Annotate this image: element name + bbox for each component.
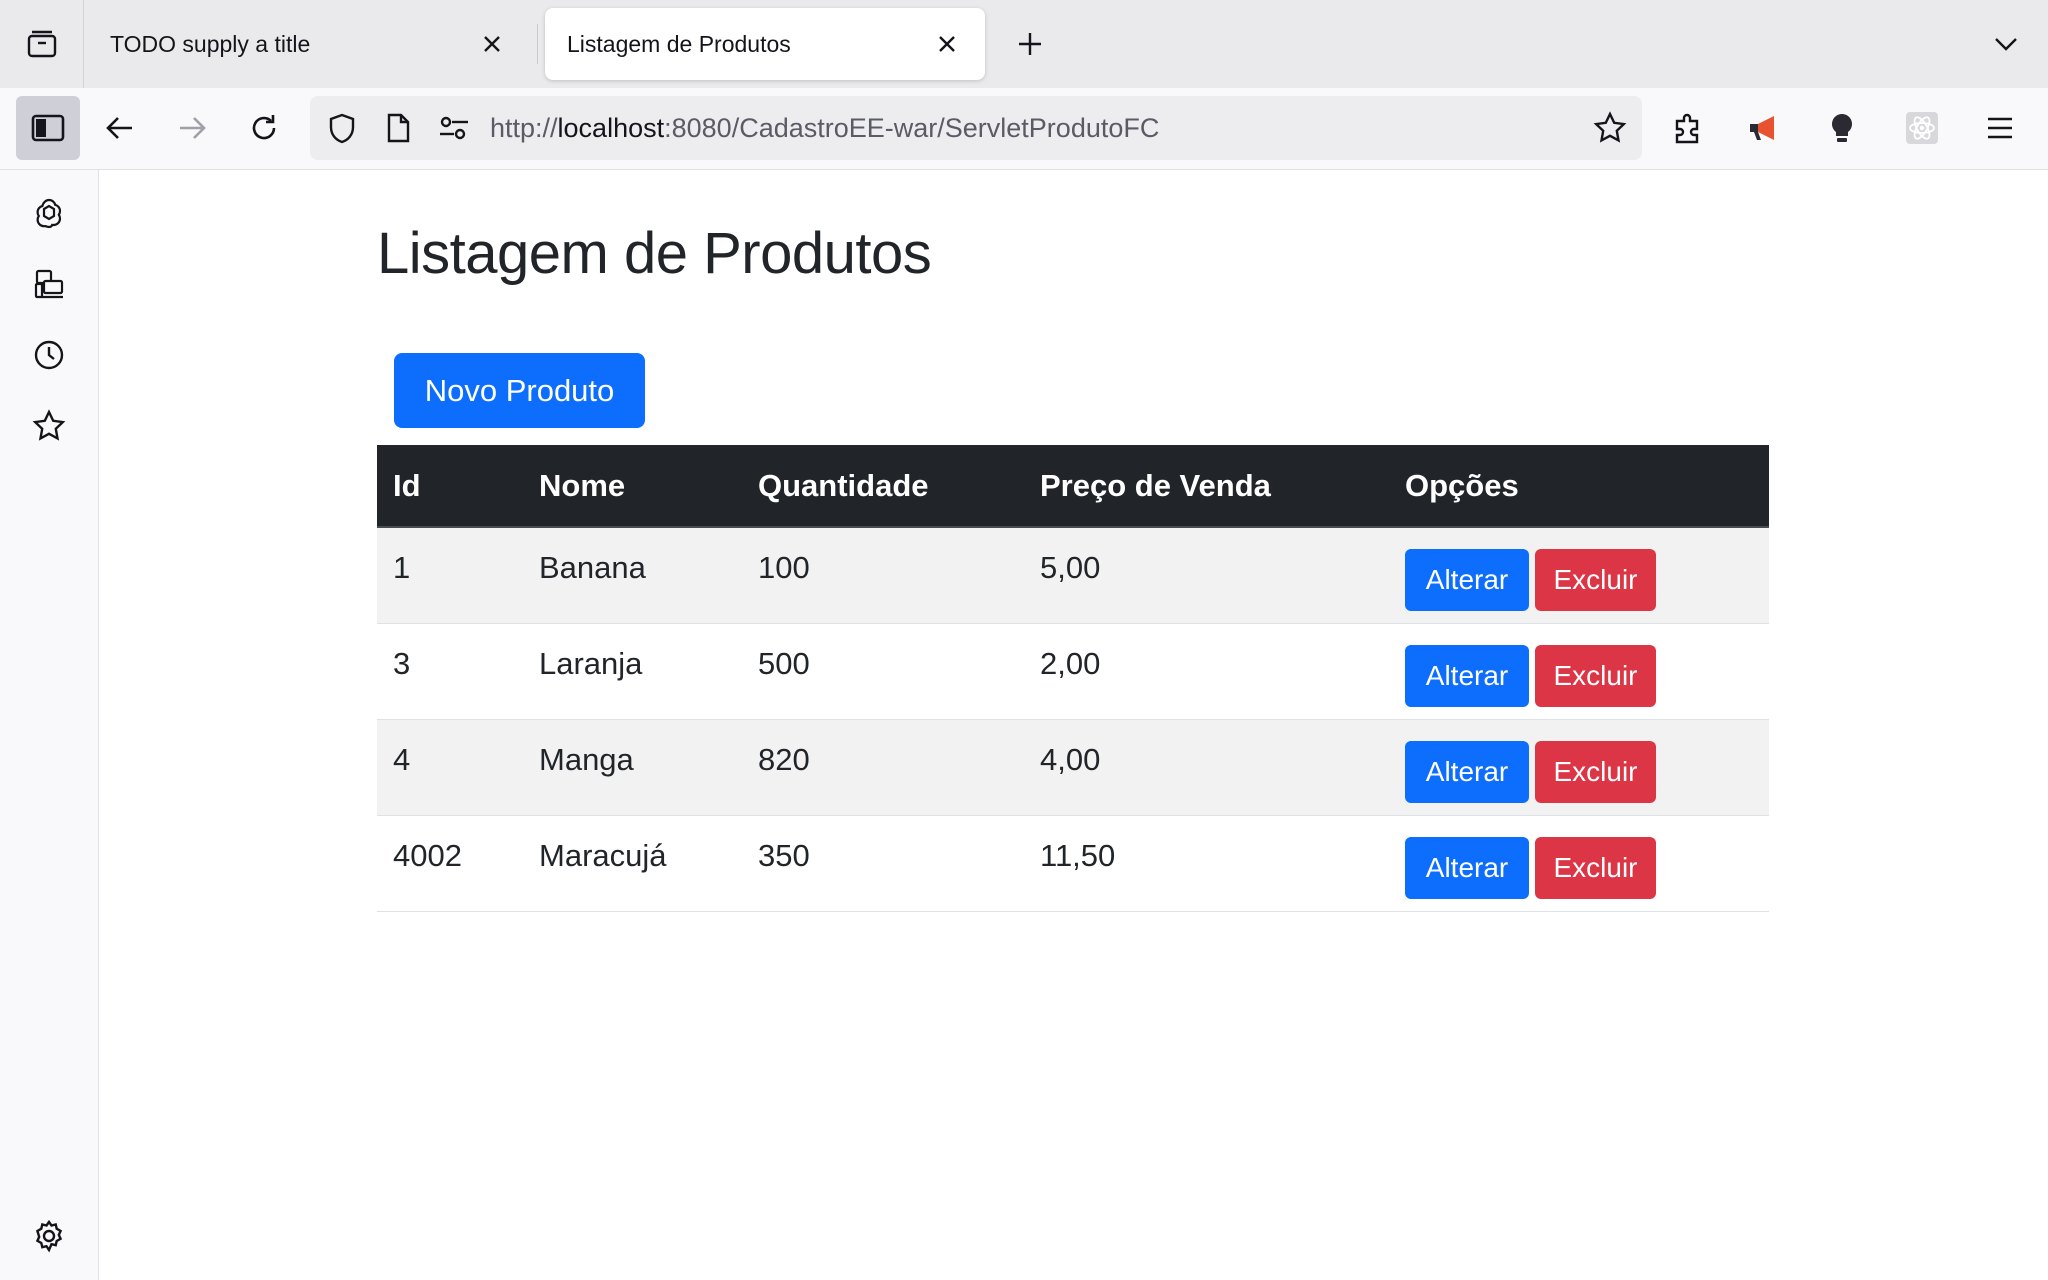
hamburger-menu-icon — [1988, 117, 2012, 139]
reload-button[interactable] — [232, 96, 296, 160]
cell-nome: Maracujá — [523, 815, 742, 912]
cell-id: 4 — [377, 719, 523, 816]
cell-nome: Manga — [523, 719, 742, 816]
cell-opcoes: Alterar Excluir — [1389, 623, 1769, 720]
table-header-row: Id Nome Quantidade Preço de Venda Opções — [377, 445, 1769, 528]
products-table: Id Nome Quantidade Preço de Venda Opções… — [377, 445, 1769, 912]
nav-toolbar: http://localhost:8080/CadastroEE-war/Ser… — [0, 88, 2048, 170]
tab-separator — [537, 24, 538, 64]
chatbot-icon[interactable] — [25, 189, 73, 237]
tab-todo[interactable]: TODO supply a title — [88, 8, 530, 80]
puzzle-icon — [1675, 113, 1699, 144]
url-text: http://localhost:8080/CadastroEE-war/Ser… — [490, 96, 1159, 160]
permissions-icon[interactable] — [434, 108, 474, 148]
table-row: 4002 Maracujá 350 11,50 Alterar Excluir — [377, 815, 1769, 912]
shield-icon[interactable] — [322, 108, 362, 148]
sidebar — [0, 170, 99, 1280]
header-nome: Nome — [523, 445, 742, 528]
cell-id: 1 — [377, 527, 523, 624]
delete-button[interactable]: Excluir — [1535, 741, 1656, 803]
back-button[interactable] — [88, 96, 152, 160]
delete-button[interactable]: Excluir — [1535, 645, 1656, 707]
cell-quantidade: 100 — [742, 527, 1024, 624]
new-product-button[interactable]: Novo Produto — [394, 353, 645, 428]
close-tab-icon[interactable] — [476, 28, 508, 60]
edit-button[interactable]: Alterar — [1405, 837, 1529, 899]
megaphone-extension-button[interactable] — [1732, 96, 1796, 160]
extensions-button[interactable] — [1656, 96, 1720, 160]
tab-title: Listagem de Produtos — [567, 30, 791, 57]
table-row: 1 Banana 100 5,00 Alterar Excluir — [377, 527, 1769, 624]
url-scheme: http:// — [490, 113, 558, 143]
list-all-tabs-button[interactable] — [1986, 24, 2026, 64]
menu-button[interactable] — [1968, 96, 2032, 160]
header-preco: Preço de Venda — [1024, 445, 1389, 528]
cell-opcoes: Alterar Excluir — [1389, 815, 1769, 912]
edit-button[interactable]: Alterar — [1405, 741, 1529, 803]
sidebar-toggle-button[interactable] — [16, 96, 80, 160]
tab-strip: TODO supply a title Listagem de Produtos — [0, 0, 2048, 88]
arrow-left-icon — [106, 117, 132, 139]
header-quantidade: Quantidade — [742, 445, 1024, 528]
url-bar[interactable]: http://localhost:8080/CadastroEE-war/Ser… — [310, 96, 1642, 160]
history-clock-icon[interactable] — [25, 331, 73, 379]
new-tab-button[interactable] — [1010, 24, 1050, 64]
bookmark-star-icon[interactable] — [1590, 108, 1630, 148]
chevron-down-icon — [1995, 38, 2017, 51]
table-row: 4 Manga 820 4,00 Alterar Excluir — [377, 719, 1769, 816]
delete-button[interactable]: Excluir — [1535, 549, 1656, 612]
tab-overview-button[interactable] — [0, 0, 84, 88]
cell-preco: 11,50 — [1024, 815, 1389, 912]
bulb-extension-button[interactable] — [1810, 96, 1874, 160]
delete-button[interactable]: Excluir — [1535, 837, 1656, 899]
cell-opcoes: Alterar Excluir — [1389, 719, 1769, 816]
cell-quantidade: 500 — [742, 623, 1024, 720]
tab-overview-icon — [27, 30, 56, 58]
plus-icon — [1019, 33, 1041, 55]
header-opcoes: Opções — [1389, 445, 1769, 528]
react-devtools-button[interactable] — [1890, 96, 1954, 160]
reload-icon — [252, 115, 276, 140]
react-icon — [1906, 112, 1938, 144]
forward-button[interactable] — [160, 96, 224, 160]
synced-tabs-icon[interactable] — [25, 260, 73, 308]
cell-opcoes: Alterar Excluir — [1389, 527, 1769, 624]
tab-title: TODO supply a title — [110, 30, 311, 57]
bookmarks-star-icon[interactable] — [25, 402, 73, 450]
header-id: Id — [377, 445, 523, 528]
edit-button[interactable]: Alterar — [1405, 645, 1529, 707]
page-icon[interactable] — [378, 108, 418, 148]
url-host: localhost — [557, 113, 665, 143]
cell-quantidade: 820 — [742, 719, 1024, 816]
settings-gear-icon[interactable] — [25, 1212, 73, 1260]
cell-preco: 2,00 — [1024, 623, 1389, 720]
cell-id: 4002 — [377, 815, 523, 912]
close-tab-icon[interactable] — [931, 28, 963, 60]
sidebar-icon — [31, 114, 65, 142]
cell-nome: Laranja — [523, 623, 742, 720]
page-content: Listagem de Produtos Novo Produto Id Nom… — [100, 170, 2048, 1280]
url-path: :8080/CadastroEE-war/ServletProdutoFC — [664, 113, 1160, 143]
edit-button[interactable]: Alterar — [1405, 549, 1529, 612]
cell-quantidade: 350 — [742, 815, 1024, 912]
lightbulb-icon — [1832, 114, 1852, 142]
tab-listagem[interactable]: Listagem de Produtos — [545, 8, 985, 80]
megaphone-icon — [1750, 116, 1774, 140]
cell-preco: 4,00 — [1024, 719, 1389, 816]
page-title: Listagem de Produtos — [377, 221, 932, 286]
arrow-right-icon — [180, 117, 206, 139]
cell-nome: Banana — [523, 527, 742, 624]
table-row: 3 Laranja 500 2,00 Alterar Excluir — [377, 623, 1769, 720]
cell-id: 3 — [377, 623, 523, 720]
cell-preco: 5,00 — [1024, 527, 1389, 624]
